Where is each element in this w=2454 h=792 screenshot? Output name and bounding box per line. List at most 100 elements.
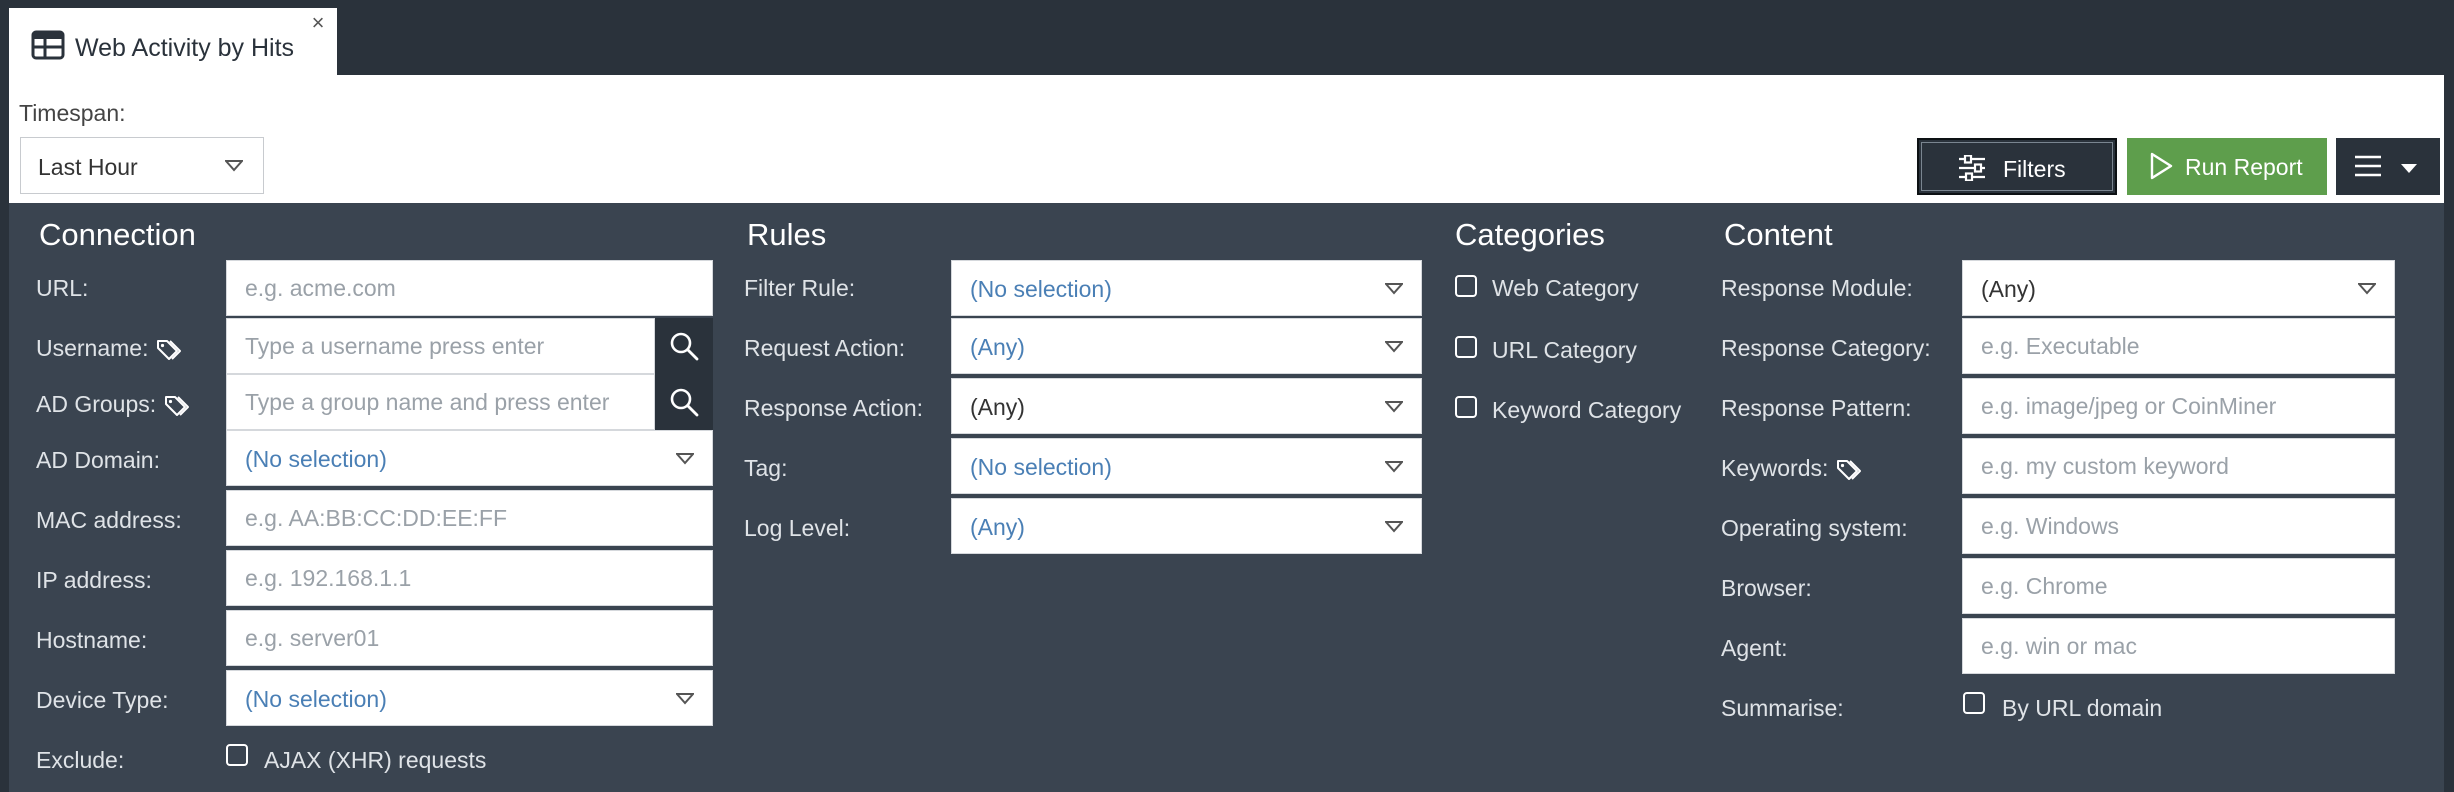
responseaction-value: (Any) — [970, 394, 1025, 420]
username-label: Username: — [36, 335, 182, 362]
agent-field[interactable] — [1962, 618, 2395, 674]
responsecategory-input[interactable] — [1963, 319, 2394, 373]
menu-button[interactable] — [2336, 138, 2440, 195]
os-input[interactable] — [1963, 499, 2394, 553]
tags-icon — [157, 339, 182, 360]
tab-title: Web Activity by Hits — [75, 34, 295, 62]
tag-select[interactable]: (No selection) — [951, 438, 1422, 494]
search-icon — [670, 332, 699, 361]
hostname-input[interactable] — [227, 611, 712, 665]
adgroups-label: AD Groups: — [36, 391, 190, 418]
filters-button[interactable]: Filters — [1917, 138, 2117, 195]
username-search-button[interactable] — [655, 318, 713, 374]
ip-input[interactable] — [227, 551, 712, 605]
exclude-label: Exclude: — [36, 747, 125, 773]
caret-down-icon — [225, 160, 243, 172]
loglevel-select[interactable]: (Any) — [951, 498, 1422, 554]
filters-label: Filters — [2003, 156, 2066, 182]
window-edge-left — [0, 0, 9, 792]
summarise-label: Summarise: — [1721, 695, 1844, 721]
caret-down-icon — [2401, 164, 2417, 173]
caret-down-icon — [1385, 401, 1403, 413]
requestaction-label: Request Action: — [744, 335, 906, 361]
responsecategory-field[interactable] — [1962, 318, 2395, 374]
url-category-label: URL Category — [1492, 337, 1637, 363]
browser-field[interactable] — [1962, 558, 2395, 614]
keywords-label: Keywords: — [1721, 455, 1862, 482]
loglevel-value: (Any) — [970, 514, 1025, 540]
responsecategory-label: Response Category: — [1721, 335, 1931, 361]
filterrule-label: Filter Rule: — [744, 275, 856, 301]
username-label-text: Username: — [36, 335, 149, 361]
window-edge-right — [2444, 0, 2454, 792]
browser-input[interactable] — [1963, 559, 2394, 613]
filterrule-select[interactable]: (No selection) — [951, 260, 1422, 316]
url-label: URL: — [36, 275, 89, 301]
requestaction-select[interactable]: (Any) — [951, 318, 1422, 374]
adgroups-label-text: AD Groups: — [36, 391, 157, 417]
agent-input[interactable] — [1963, 619, 2394, 673]
keywords-label-text: Keywords: — [1721, 455, 1829, 481]
addomain-value: (No selection) — [245, 446, 387, 472]
rules-title: Rules — [747, 217, 827, 252]
responsemodule-select[interactable]: (Any) — [1962, 260, 2395, 316]
username-input[interactable] — [227, 319, 654, 373]
responsepattern-input[interactable] — [1963, 379, 2394, 433]
ip-field[interactable] — [226, 550, 713, 606]
username-field[interactable] — [226, 318, 655, 374]
play-icon — [2150, 152, 2173, 180]
tag-value: (No selection) — [970, 454, 1112, 480]
timespan-select[interactable]: Last Hour — [20, 137, 264, 194]
mac-input[interactable] — [227, 491, 712, 545]
url-category-checkbox[interactable] — [1455, 336, 1477, 358]
adgroups-field[interactable] — [226, 374, 655, 430]
search-icon — [670, 388, 699, 417]
keyword-category-checkbox[interactable] — [1455, 396, 1477, 418]
responsemodule-value: (Any) — [1981, 276, 2036, 302]
os-field[interactable] — [1962, 498, 2395, 554]
responsepattern-field[interactable] — [1962, 378, 2395, 434]
adgroups-input[interactable] — [227, 375, 654, 429]
caret-down-icon — [1385, 521, 1403, 533]
url-input[interactable] — [227, 261, 712, 315]
responsemodule-label: Response Module: — [1721, 275, 1913, 301]
timespan-value: Last Hour — [38, 154, 138, 180]
tags-icon — [165, 395, 190, 416]
by-url-domain-checkbox[interactable] — [1963, 692, 1985, 714]
mac-field[interactable] — [226, 490, 713, 546]
hostname-field[interactable] — [226, 610, 713, 666]
browser-label: Browser: — [1721, 575, 1812, 601]
tab-web-activity[interactable]: Web Activity by Hits × — [9, 8, 337, 75]
url-field[interactable] — [226, 260, 713, 316]
ajax-checkbox[interactable] — [226, 744, 248, 766]
keywords-input[interactable] — [1963, 439, 2394, 493]
requestaction-value: (Any) — [970, 334, 1025, 360]
hamburger-icon — [2355, 155, 2381, 177]
web-category-checkbox[interactable] — [1455, 275, 1477, 297]
devicetype-label: Device Type: — [36, 687, 169, 713]
web-category-label: Web Category — [1492, 275, 1639, 301]
caret-down-icon — [676, 693, 694, 705]
run-report-label: Run Report — [2185, 154, 2303, 180]
os-label: Operating system: — [1721, 515, 1908, 541]
close-icon[interactable]: × — [307, 12, 329, 34]
by-url-domain-label: By URL domain — [2002, 695, 2163, 721]
sliders-icon — [1959, 155, 1985, 181]
run-report-button[interactable]: Run Report — [2127, 138, 2327, 195]
tab-bar: Web Activity by Hits × — [0, 0, 2454, 75]
tag-label: Tag: — [744, 455, 788, 481]
table-icon — [31, 30, 65, 60]
hostname-label: Hostname: — [36, 627, 148, 653]
loglevel-label: Log Level: — [744, 515, 851, 541]
ajax-label: AJAX (XHR) requests — [264, 747, 487, 773]
mac-label: MAC address: — [36, 507, 182, 533]
caret-down-icon — [1385, 341, 1403, 353]
keywords-field[interactable] — [1962, 438, 2395, 494]
caret-down-icon — [1385, 283, 1403, 295]
devicetype-select[interactable]: (No selection) — [226, 670, 713, 726]
responseaction-select[interactable]: (Any) — [951, 378, 1422, 434]
adgroups-search-button[interactable] — [655, 374, 713, 430]
addomain-select[interactable]: (No selection) — [226, 430, 713, 486]
keyword-category-label: Keyword Category — [1492, 397, 1682, 423]
timespan-label: Timespan: — [19, 100, 126, 126]
